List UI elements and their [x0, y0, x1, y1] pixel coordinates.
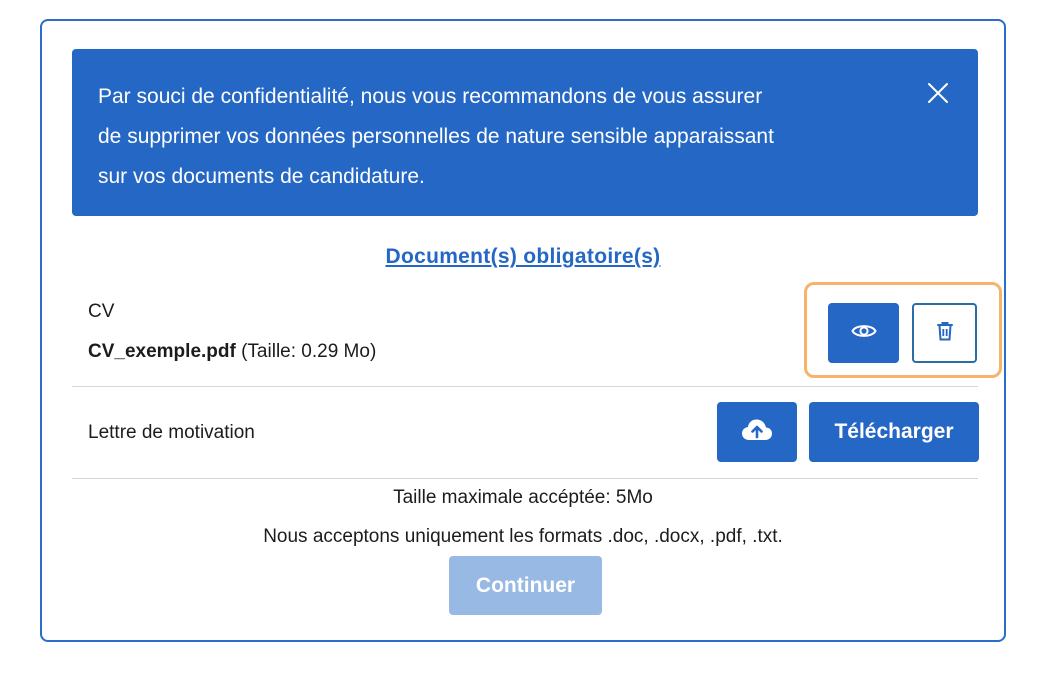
cv-file-info: CV_exemple.pdf (Taille: 0.29 Mo) — [88, 341, 376, 363]
telecharger-button[interactable]: Télécharger — [809, 402, 979, 462]
required-documents-link[interactable]: Document(s) obligatoire(s) — [42, 245, 1004, 269]
divider — [72, 386, 978, 387]
upload-card: Par souci de confidentialité, nous vous … — [40, 19, 1006, 642]
eye-icon — [850, 322, 877, 345]
trash-icon — [936, 321, 954, 346]
upload-button[interactable] — [717, 402, 797, 462]
cloud-upload-icon — [741, 418, 773, 447]
alert-message-line-2: de supprimer vos données personnelles de… — [98, 125, 774, 148]
max-size-text: Taille maximale accéptée: 5Mo — [393, 487, 653, 508]
divider — [72, 478, 978, 479]
view-button[interactable] — [828, 303, 899, 363]
alert-message-line-3: sur vos documents de candidature. — [98, 165, 425, 188]
alert-message-line-1: Par souci de confidentialité, nous vous … — [98, 85, 763, 108]
cover-letter-label: Lettre de motivation — [88, 422, 255, 443]
cv-label: CV — [88, 301, 115, 322]
privacy-alert: Par souci de confidentialité, nous vous … — [72, 49, 978, 216]
delete-button[interactable] — [912, 303, 977, 363]
continue-button[interactable]: Continuer — [449, 556, 602, 615]
accepted-formats-text: Nous acceptons uniquement les formats .d… — [263, 526, 783, 547]
cv-file-name: CV_exemple.pdf — [88, 341, 236, 362]
close-icon[interactable] — [926, 79, 950, 103]
cv-file-size: (Taille: 0.29 Mo) — [241, 341, 377, 362]
